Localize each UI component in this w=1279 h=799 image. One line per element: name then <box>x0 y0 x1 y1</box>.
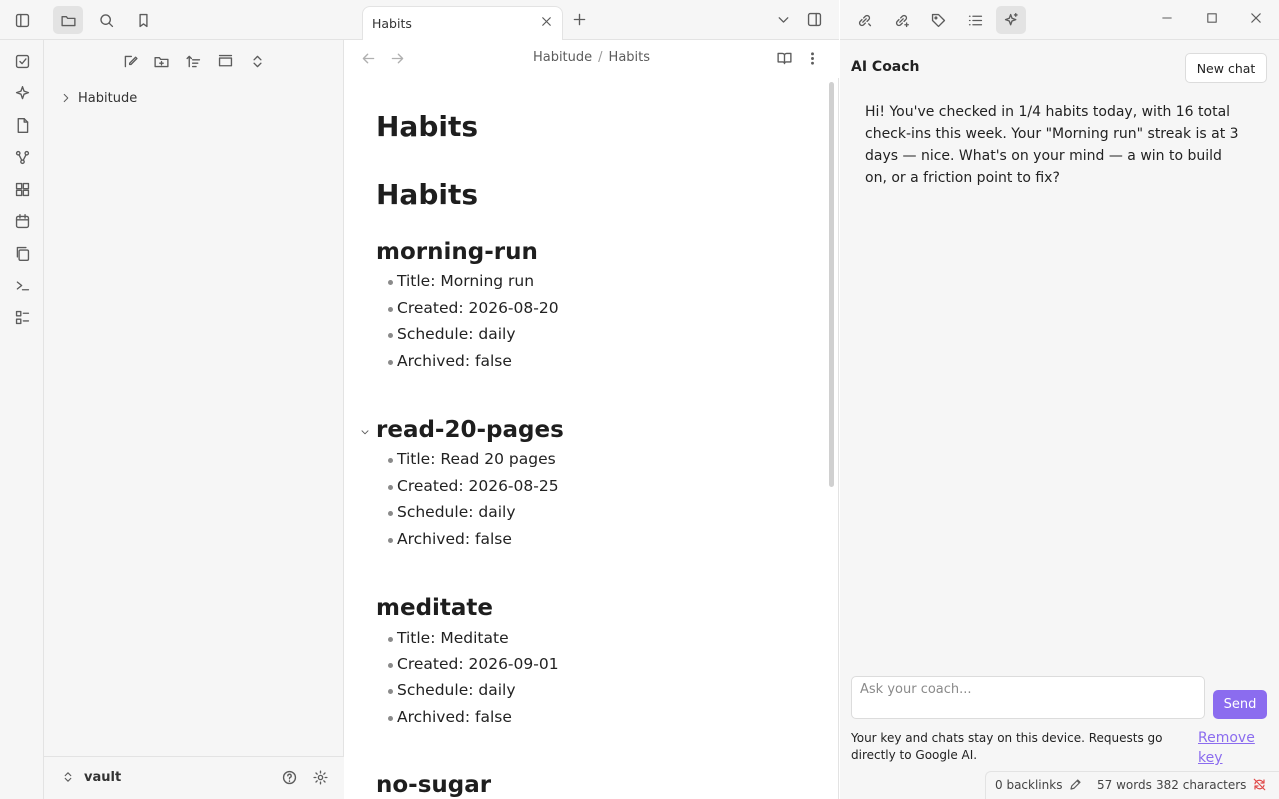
sync-off-icon[interactable] <box>1252 777 1267 792</box>
bullet <box>388 689 393 694</box>
toggle-right-sidebar-icon[interactable] <box>806 11 823 28</box>
vault-switch-icon[interactable] <box>61 770 75 784</box>
send-button[interactable]: Send <box>1213 690 1267 719</box>
checkbox-icon[interactable] <box>8 47 36 75</box>
habit-prop: Created: 2026-08-25 <box>397 477 559 495</box>
fold-chevron-icon[interactable] <box>359 426 371 438</box>
editor-scrollbar[interactable] <box>829 82 834 487</box>
habit-heading: meditate <box>376 595 494 621</box>
terminal-icon[interactable] <box>8 271 36 299</box>
toggle-sidebar-icon[interactable] <box>7 6 37 34</box>
calendar-icon[interactable] <box>8 207 36 235</box>
habit-heading: no-sugar <box>376 772 492 798</box>
habit-prop: Created: 2026-08-20 <box>397 299 559 317</box>
pencil-icon[interactable] <box>1068 777 1083 792</box>
habit-heading: morning-run <box>376 239 538 265</box>
sparkle-icon[interactable] <box>8 79 36 107</box>
close-window-icon[interactable] <box>1249 11 1263 25</box>
bullet <box>388 637 393 642</box>
bullet <box>388 307 393 312</box>
habit-prop: Title: Meditate <box>397 629 509 647</box>
habit-heading: read-20-pages <box>376 417 564 443</box>
reading-view-book-icon[interactable] <box>776 50 793 67</box>
habit-prop: Title: Read 20 pages <box>397 450 556 468</box>
tags-icon[interactable] <box>923 6 953 34</box>
outgoing-links-icon[interactable] <box>886 6 916 34</box>
habit-prop: Archived: false <box>397 352 512 370</box>
copy-icon[interactable] <box>8 239 36 267</box>
bullet <box>388 511 393 516</box>
chevron-right-icon <box>60 92 72 104</box>
new-chat-button[interactable]: New chat <box>1185 53 1267 83</box>
help-icon[interactable] <box>281 769 298 786</box>
tab-strip: Habits <box>344 0 839 41</box>
habit-prop: Schedule: daily <box>397 681 516 699</box>
outline-list-icon[interactable] <box>960 6 990 34</box>
ribbon <box>0 0 44 799</box>
habit-prop: Archived: false <box>397 708 512 726</box>
close-tab-icon[interactable] <box>539 14 554 29</box>
bullet <box>388 538 393 543</box>
view-header: Habitude / Habits <box>344 40 839 78</box>
settings-gear-icon[interactable] <box>312 769 329 786</box>
breadcrumb-parent[interactable]: Habitude <box>533 50 592 65</box>
sort-icon[interactable] <box>180 48 206 74</box>
ai-coach-panel: AI Coach New chat Hi! You've checked in … <box>840 40 1279 799</box>
habit-prop: Archived: false <box>397 530 512 548</box>
note-editor[interactable]: Habits Habits morning-run Title: Morning… <box>344 78 839 799</box>
habit-prop: Title: Morning run <box>397 272 535 290</box>
bullet <box>388 458 393 463</box>
bullet <box>388 280 393 285</box>
file-open-icon[interactable] <box>8 111 36 139</box>
maximize-icon[interactable] <box>1205 11 1219 25</box>
file-explorer: Habitude <box>44 40 344 799</box>
new-tab-icon[interactable] <box>571 11 588 28</box>
bullet <box>388 663 393 668</box>
graph-icon[interactable] <box>8 143 36 171</box>
character-count: 382 characters <box>1156 778 1247 792</box>
folder-icon[interactable] <box>53 6 83 34</box>
breadcrumb-current[interactable]: Habits <box>609 50 650 65</box>
list-icon[interactable] <box>8 303 36 331</box>
vault-name[interactable]: vault <box>84 770 121 785</box>
privacy-note: Your key and chats stay on this device. … <box>851 731 1163 762</box>
tab-habits[interactable]: Habits <box>362 6 563 41</box>
minimize-icon[interactable] <box>1160 11 1174 25</box>
tree-folder-habitude[interactable]: Habitude <box>60 87 137 109</box>
tree-folder-label: Habitude <box>78 90 138 106</box>
bullet <box>388 716 393 721</box>
grid-icon[interactable] <box>8 175 36 203</box>
more-options-icon[interactable] <box>804 50 821 67</box>
right-sidebar-toolbar <box>840 0 1279 40</box>
word-count: 57 words <box>1097 778 1152 792</box>
status-bar: 0 backlinks 57 words 382 characters <box>985 771 1279 799</box>
tab-title: Habits <box>372 16 412 31</box>
habit-prop: Created: 2026-09-01 <box>397 655 559 673</box>
vault-bar: vault <box>44 756 344 799</box>
breadcrumb-separator: / <box>598 50 603 65</box>
bullet <box>388 485 393 490</box>
breadcrumb: Habitude / Habits <box>344 50 839 65</box>
bookmark-icon[interactable] <box>128 6 158 34</box>
habit-prop: Schedule: daily <box>397 503 516 521</box>
backlinks-count[interactable]: 0 backlinks <box>995 778 1062 792</box>
coach-title: AI Coach <box>851 59 920 75</box>
expand-collapse-icon[interactable] <box>244 48 270 74</box>
collapse-view-icon[interactable] <box>212 48 238 74</box>
doc-heading: Habits <box>376 178 479 211</box>
coach-message: Hi! You've checked in 1/4 habits today, … <box>865 104 1239 186</box>
backlinks-icon[interactable] <box>849 6 879 34</box>
search-icon[interactable] <box>91 6 121 34</box>
bullet <box>388 333 393 338</box>
remove-key-link[interactable]: Remove key <box>1198 728 1268 768</box>
ai-coach-sparkle-icon[interactable] <box>996 6 1026 34</box>
new-folder-icon[interactable] <box>148 48 174 74</box>
coach-input[interactable] <box>851 676 1205 719</box>
bullet <box>388 360 393 365</box>
left-sidebar-toolbar <box>0 0 344 40</box>
habit-prop: Schedule: daily <box>397 325 516 343</box>
inline-title[interactable]: Habits <box>376 110 478 143</box>
new-note-icon[interactable] <box>117 48 143 74</box>
tab-list-chevron-icon[interactable] <box>775 11 792 28</box>
